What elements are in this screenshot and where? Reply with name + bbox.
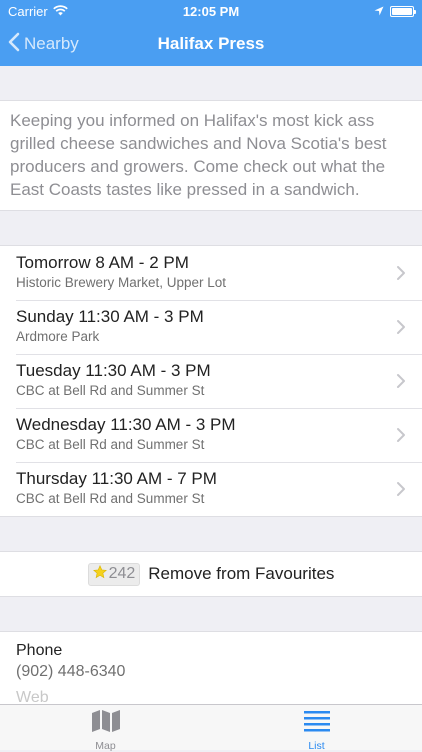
web-label: Web — [16, 689, 49, 704]
chevron-right-icon — [397, 266, 405, 280]
content-scroll[interactable]: Keeping you informed on Halifax's most k… — [0, 66, 422, 704]
schedule-row[interactable]: Sunday 11:30 AM - 3 PM Ardmore Park — [0, 300, 422, 354]
schedule-row[interactable]: Tuesday 11:30 AM - 3 PM CBC at Bell Rd a… — [0, 354, 422, 408]
remove-favourite-button[interactable]: 242 Remove from Favourites — [0, 551, 422, 597]
schedule-location: Ardmore Park — [16, 329, 100, 344]
tab-map[interactable]: Map — [0, 705, 211, 752]
favourite-count: 242 — [108, 565, 136, 582]
schedule-row[interactable]: Tomorrow 8 AM - 2 PM Historic Brewery Ma… — [0, 246, 422, 300]
schedule-row[interactable]: Wednesday 11:30 AM - 3 PM CBC at Bell Rd… — [0, 408, 422, 462]
tab-map-label: Map — [95, 740, 116, 752]
battery-icon — [390, 5, 416, 17]
contact-section: Phone (902) 448-6340 Web — [0, 631, 422, 704]
description-text: Keeping you informed on Halifax's most k… — [0, 100, 422, 211]
phone-value[interactable]: (902) 448-6340 — [16, 661, 406, 683]
schedule-time: Sunday 11:30 AM - 3 PM — [16, 307, 204, 326]
schedule-time: Tuesday 11:30 AM - 3 PM — [16, 361, 211, 380]
chevron-right-icon — [397, 428, 405, 442]
schedule-time: Thursday 11:30 AM - 7 PM — [16, 469, 217, 488]
back-button-label: Nearby — [24, 34, 79, 53]
status-bar: Carrier 12:05 PM — [0, 0, 422, 22]
tab-list[interactable]: List — [211, 705, 422, 752]
carrier-label: Carrier — [8, 3, 48, 19]
header: Carrier 12:05 PM Nearby Halifax Press — [0, 0, 422, 66]
schedule-location: CBC at Bell Rd and Summer St — [16, 491, 205, 506]
chevron-right-icon — [397, 374, 405, 388]
schedule-list: Tomorrow 8 AM - 2 PM Historic Brewery Ma… — [0, 245, 422, 517]
location-arrow-icon — [374, 4, 384, 19]
chevron-left-icon — [8, 32, 20, 57]
back-button[interactable]: Nearby — [8, 22, 79, 66]
nav-bar: Nearby Halifax Press — [0, 22, 422, 66]
tab-list-label: List — [308, 740, 325, 752]
remove-favourite-label: Remove from Favourites — [148, 564, 335, 583]
chevron-right-icon — [397, 320, 405, 334]
favourite-count-badge: 242 — [87, 562, 141, 586]
phone-label: Phone — [16, 642, 63, 659]
schedule-time: Wednesday 11:30 AM - 3 PM — [16, 415, 236, 434]
list-icon — [303, 709, 331, 738]
tab-bar: Map List — [0, 704, 422, 752]
map-icon — [91, 709, 121, 738]
star-icon — [92, 564, 107, 584]
wifi-icon — [52, 4, 68, 19]
schedule-row[interactable]: Thursday 11:30 AM - 7 PM CBC at Bell Rd … — [0, 462, 422, 516]
schedule-time: Tomorrow 8 AM - 2 PM — [16, 253, 189, 272]
schedule-location: Historic Brewery Market, Upper Lot — [16, 275, 227, 290]
schedule-location: CBC at Bell Rd and Summer St — [16, 383, 205, 398]
schedule-location: CBC at Bell Rd and Summer St — [16, 437, 205, 452]
chevron-right-icon — [397, 482, 405, 496]
